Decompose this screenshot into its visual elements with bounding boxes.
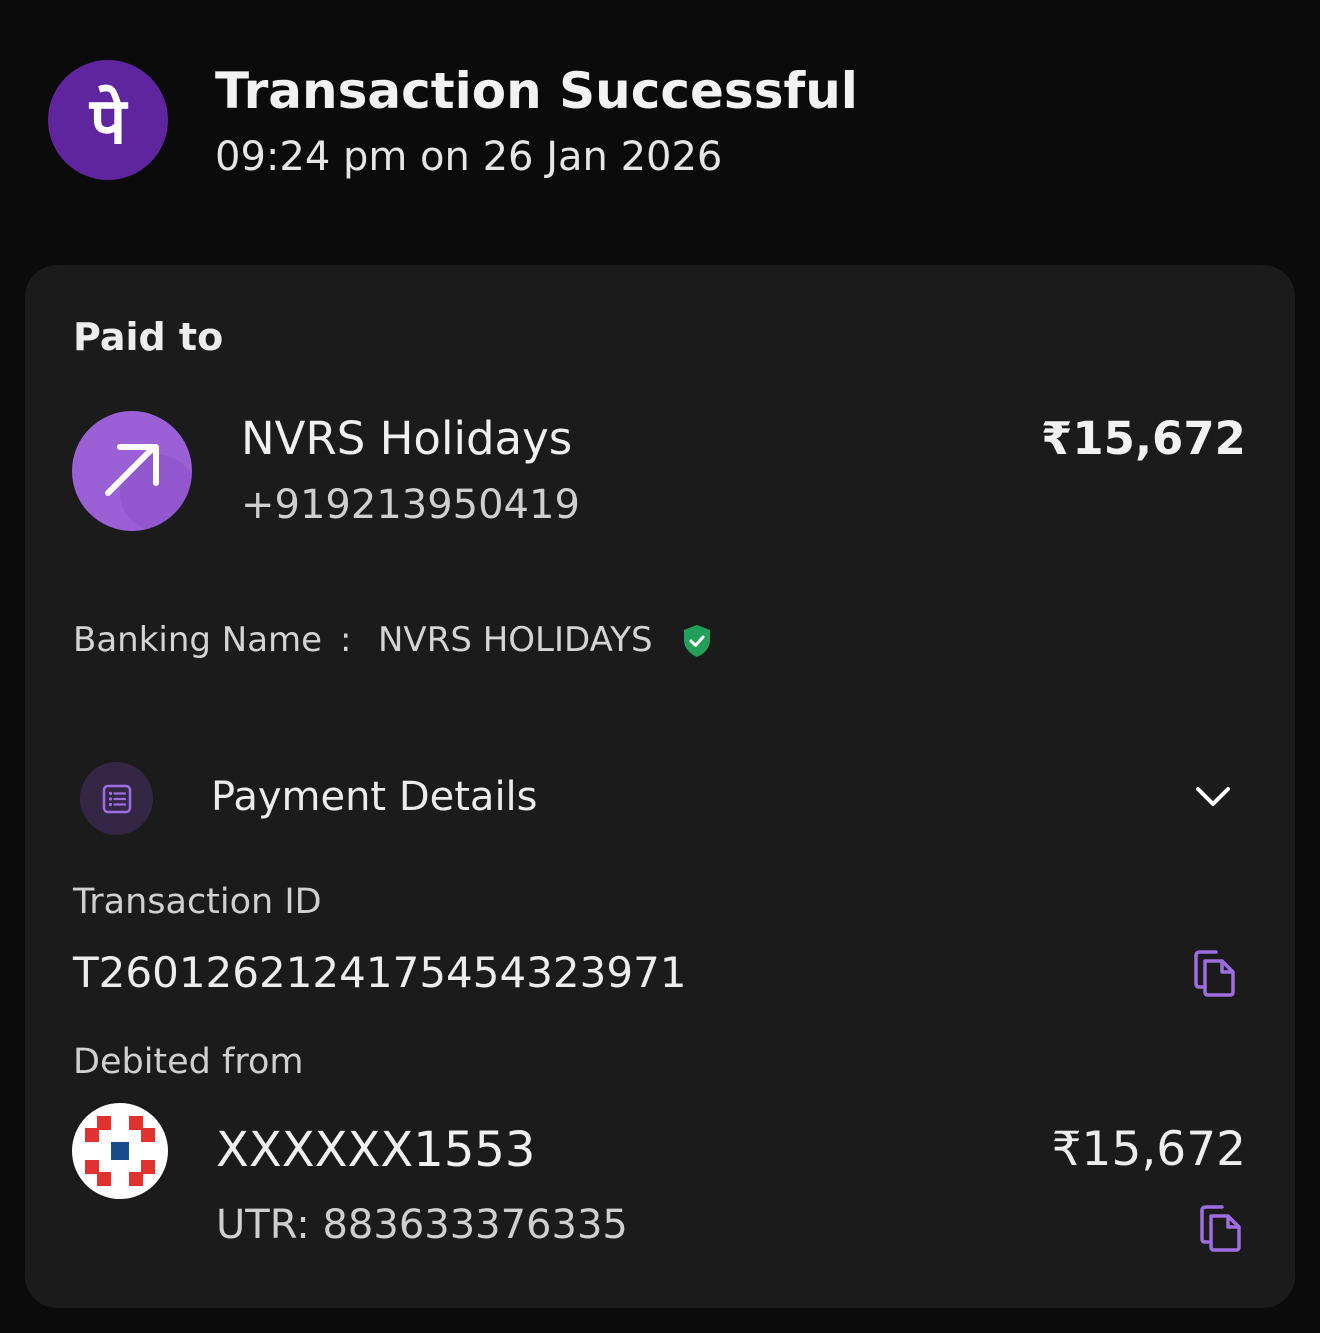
paid-to-label: Paid to (73, 315, 224, 359)
utr-number: UTR: 883633376335 (216, 1202, 628, 1248)
shield-check-icon (682, 624, 712, 658)
arrow-up-right-icon-graphic (105, 444, 192, 531)
page-title: Transaction Successful (215, 62, 858, 120)
banking-name-separator: : (340, 620, 352, 660)
payee-phone: +919213950419 (241, 482, 580, 528)
copy-icon[interactable] (1198, 1203, 1244, 1253)
transaction-timestamp: 09:24 pm on 26 Jan 2026 (215, 134, 723, 180)
phonepe-logo-icon: पे (48, 60, 168, 180)
chevron-down-icon[interactable] (1192, 780, 1234, 814)
transaction-id-value: T2601262124175454323971 (73, 948, 687, 997)
payment-details-toggle[interactable]: Payment Details (211, 774, 538, 820)
banking-name-value: NVRS HOLIDAYS (378, 620, 653, 660)
banking-name-label: Banking Name (73, 620, 323, 660)
copy-icon[interactable] (1192, 948, 1238, 998)
debit-account-number: XXXXXX1553 (216, 1122, 536, 1178)
transaction-id-label: Transaction ID (73, 882, 322, 922)
bank-logo (72, 1103, 168, 1199)
debited-from-label: Debited from (73, 1042, 304, 1082)
arrow-up-right-icon (72, 411, 192, 531)
debited-amount: ₹15,672 (1051, 1122, 1246, 1177)
payee-name: NVRS Holidays (241, 412, 573, 465)
phonepe-logo-glyph: पे (89, 85, 127, 159)
paid-amount: ₹15,672 (1041, 412, 1246, 465)
list-icon[interactable] (80, 762, 153, 835)
